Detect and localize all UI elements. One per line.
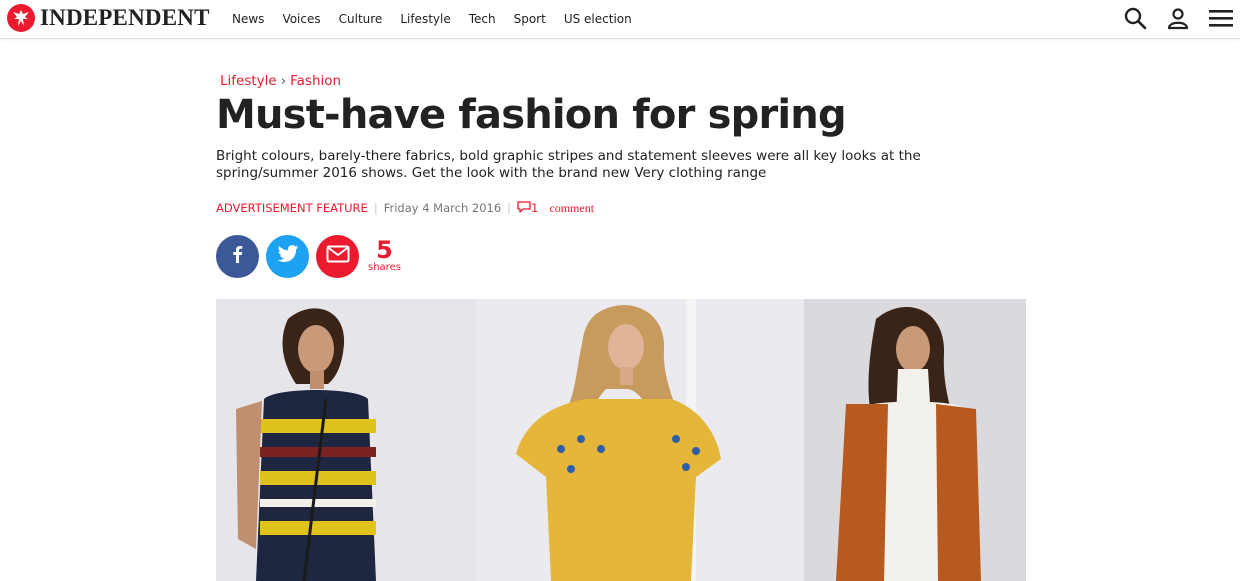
comment-word: comment	[549, 200, 595, 215]
facebook-share-button[interactable]	[216, 234, 259, 278]
email-icon	[326, 245, 350, 268]
hero-image	[216, 299, 1026, 581]
twitter-icon	[277, 244, 299, 269]
eagle-logo-icon	[7, 4, 35, 32]
twitter-share-button[interactable]	[266, 234, 309, 278]
breadcrumb-lifestyle[interactable]: Lifestyle	[220, 72, 277, 90]
share-count-number: 5	[376, 236, 393, 264]
breadcrumb-separator: ›	[280, 73, 287, 89]
article: Lifestyle › Fashion Must-have fashion for …	[216, 72, 1036, 278]
comments-link[interactable]: 1 comment	[517, 201, 594, 216]
search-icon[interactable]	[1122, 5, 1148, 31]
nav-tech[interactable]: Tech	[469, 12, 496, 26]
nav-culture[interactable]: Culture	[339, 12, 383, 26]
share-bar: 5 shares	[216, 234, 1036, 278]
breadcrumb-fashion[interactable]: Fashion	[290, 72, 341, 90]
nav-lifestyle[interactable]: Lifestyle	[400, 12, 450, 26]
header-tools	[1105, 5, 1234, 31]
article-standfirst: Bright colours, barely-there fabrics, bo…	[216, 148, 921, 181]
share-count: 5 shares	[368, 238, 401, 274]
comment-bubble-icon	[517, 200, 531, 216]
top-navigation-bar: INDEPENDENT News Voices Culture Lifestyl…	[0, 0, 1240, 39]
user-icon[interactable]	[1165, 5, 1191, 31]
main-nav: News Voices Culture Lifestyle Tech Sport…	[232, 0, 650, 38]
independent-logo[interactable]: INDEPENDENT	[7, 3, 210, 33]
article-meta: ADVERTISEMENT FEATURE | Friday 4 March 2…	[216, 200, 1036, 216]
nav-us-election[interactable]: US election	[564, 12, 632, 26]
nav-news[interactable]: News	[232, 12, 264, 26]
nav-voices[interactable]: Voices	[282, 12, 320, 26]
nav-sport[interactable]: Sport	[514, 12, 546, 26]
comment-count: 1	[531, 201, 539, 215]
breadcrumb: Lifestyle › Fashion	[220, 72, 1036, 90]
fashion-models-illustration	[216, 299, 1026, 581]
email-share-button[interactable]	[316, 234, 359, 278]
meta-divider: |	[373, 201, 378, 215]
logo-wordmark: INDEPENDENT	[40, 5, 210, 30]
meta-divider: |	[507, 201, 512, 215]
article-title: Must-have fashion for spring	[216, 92, 847, 138]
share-count-label: shares	[368, 262, 401, 273]
advertisement-label: ADVERTISEMENT FEATURE	[216, 201, 368, 215]
publish-date: Friday 4 March 2016	[383, 201, 502, 215]
menu-icon[interactable]	[1208, 5, 1234, 31]
facebook-icon	[228, 244, 248, 269]
